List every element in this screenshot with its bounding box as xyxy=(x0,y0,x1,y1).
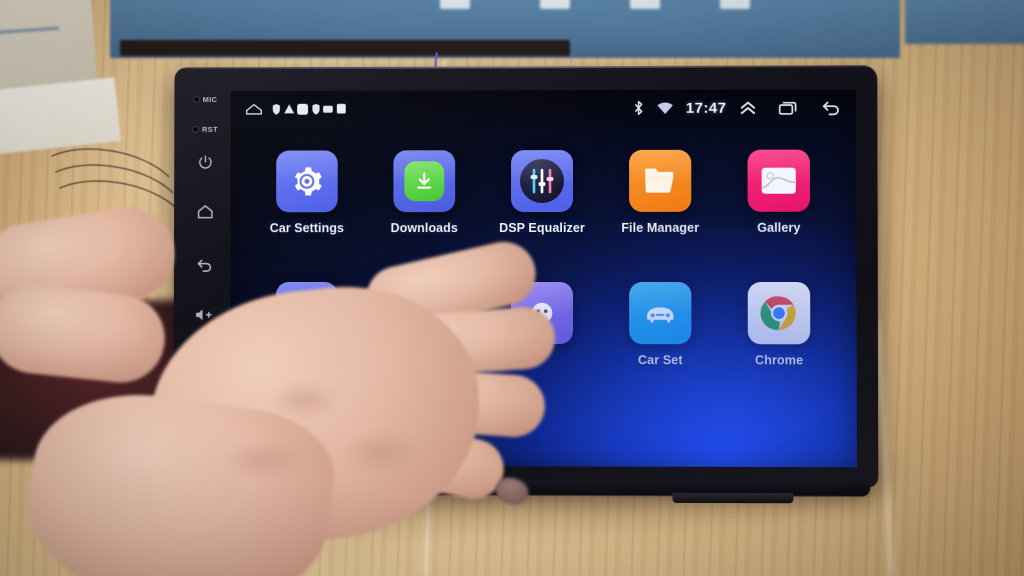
warning-triangle-icon xyxy=(283,104,294,114)
app-tile[interactable] xyxy=(510,281,574,345)
app-label: Car Settings xyxy=(269,221,345,236)
volume-up-button[interactable] xyxy=(182,307,228,323)
app-tile[interactable] xyxy=(747,282,811,345)
app-tile[interactable] xyxy=(511,150,574,213)
folder-icon xyxy=(644,168,674,193)
app-icon-obscured xyxy=(294,300,321,328)
app-row2-slot3[interactable] xyxy=(483,281,601,414)
app-label: Gallery xyxy=(757,220,801,235)
home-icon[interactable] xyxy=(245,102,264,116)
app-tile[interactable] xyxy=(276,150,338,213)
car-head-unit: MIC RST 17:47 Car Settings Downloads DSP… xyxy=(173,65,879,504)
app-gallery[interactable]: Gallery xyxy=(719,149,838,282)
car-icon xyxy=(646,307,674,323)
app-tile[interactable] xyxy=(629,149,692,212)
app-row2-slot2[interactable] xyxy=(365,281,483,414)
app-car-settings[interactable]: Car Settings xyxy=(248,150,365,282)
photo-icon xyxy=(761,167,797,194)
sim-card-icon xyxy=(323,105,333,113)
recent-apps-icon[interactable] xyxy=(779,100,799,115)
touchscreen-display[interactable]: 17:47 Car Settings Downloads DSP Equaliz… xyxy=(229,89,858,468)
bluetooth-icon xyxy=(633,100,644,116)
reset-pinhole[interactable]: RST xyxy=(182,125,228,134)
app-chrome[interactable]: Chrome xyxy=(720,282,839,415)
app-icon-obscured xyxy=(531,302,552,324)
back-button[interactable] xyxy=(182,254,228,274)
chevron-double-up-icon[interactable] xyxy=(739,100,756,115)
app-grid: Car Settings Downloads DSP Equalizer Fil… xyxy=(230,125,857,467)
app-label: Chrome xyxy=(754,353,804,368)
storage-square-icon xyxy=(336,103,346,114)
app-downloads[interactable]: Downloads xyxy=(365,150,483,282)
location-shield-icon xyxy=(311,103,320,115)
app-tile[interactable] xyxy=(747,149,811,212)
notification-icons xyxy=(272,103,346,115)
equipment-label xyxy=(630,0,660,9)
mic-label: MIC xyxy=(202,95,218,105)
shield-icon xyxy=(272,103,280,115)
app-label: Downloads xyxy=(390,221,458,236)
microphone-pinhole-icon xyxy=(192,96,200,104)
reset-pinhole-icon[interactable] xyxy=(192,125,200,133)
gear-icon xyxy=(294,167,322,196)
app-label: File Manager xyxy=(621,220,700,235)
equipment-label xyxy=(720,0,750,9)
download-icon xyxy=(418,172,433,190)
equipment-label xyxy=(440,0,470,9)
background-equipment-right xyxy=(905,0,1024,44)
app-square-icon xyxy=(297,103,309,115)
volume-down-icon xyxy=(195,357,214,368)
scene: MIC RST 17:47 Car Settings Downloads DSP… xyxy=(0,0,1024,576)
status-bar-right: 17:47 xyxy=(633,99,842,117)
app-label: DSP Equalizer xyxy=(499,220,585,236)
app-label: Car Set xyxy=(637,353,683,368)
status-bar: 17:47 xyxy=(230,89,857,127)
equalizer-icon xyxy=(530,168,554,194)
device-foot-left xyxy=(232,491,353,502)
rst-label: RST xyxy=(202,124,218,134)
mic-pinhole: MIC xyxy=(182,95,228,104)
app-car-set[interactable]: Car Set xyxy=(601,282,720,415)
chrome-icon xyxy=(760,296,796,330)
device-foot-right xyxy=(672,492,794,504)
power-button[interactable] xyxy=(182,154,228,171)
app-tile[interactable] xyxy=(629,282,692,345)
status-bar-clock: 17:47 xyxy=(685,99,727,117)
app-tile[interactable] xyxy=(275,281,338,344)
wifi-icon xyxy=(656,101,673,114)
download-badge xyxy=(404,161,445,202)
carton-marking xyxy=(0,26,60,35)
equipment-label xyxy=(540,0,570,9)
equalizer-dial xyxy=(520,159,565,204)
volume-up-icon xyxy=(196,309,215,321)
app-icon-obscured xyxy=(415,304,434,323)
app-row2-slot1[interactable] xyxy=(248,281,366,414)
home-button[interactable] xyxy=(182,202,228,221)
app-dsp-equalizer[interactable]: DSP Equalizer xyxy=(483,150,601,282)
status-bar-left xyxy=(245,102,346,116)
app-tile[interactable] xyxy=(393,150,456,213)
app-file-manager[interactable]: File Manager xyxy=(601,149,720,282)
background-dark-strip xyxy=(120,40,570,56)
home-icon xyxy=(195,202,214,221)
back-arrow-icon[interactable] xyxy=(821,99,842,115)
app-tile[interactable] xyxy=(393,281,456,344)
power-icon xyxy=(196,154,213,171)
back-arrow-icon xyxy=(195,254,215,274)
volume-down-button[interactable] xyxy=(182,355,228,371)
hardware-button-column: MIC RST xyxy=(181,95,227,413)
